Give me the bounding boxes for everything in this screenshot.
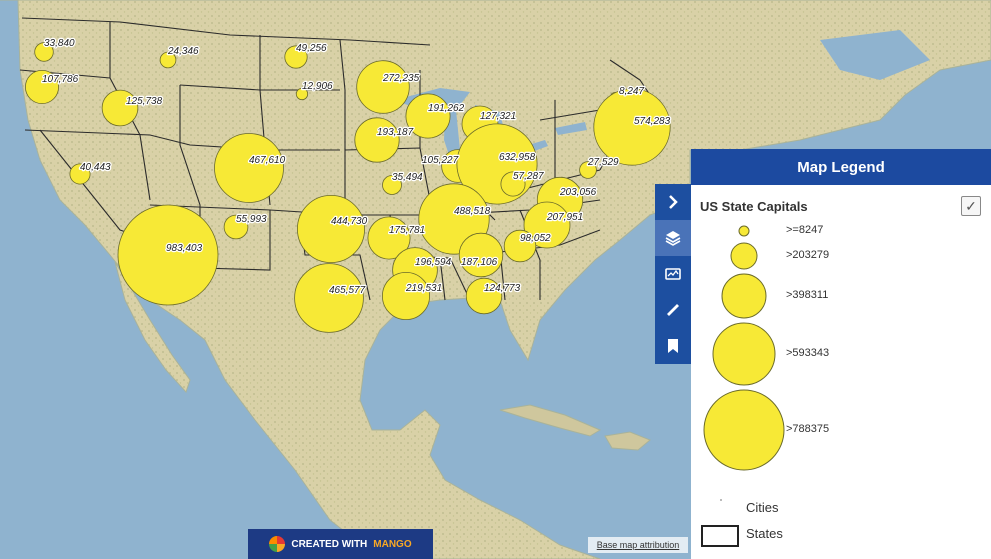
capital-value-label: 24,346 [167,46,199,57]
capital-value-label: 107,786 [42,74,79,85]
capital-value-label: 33,840 [44,38,75,49]
legend-class-label: >788375 [786,423,830,435]
map-toolbar [655,184,691,364]
capital-value-label: 105,227 [422,155,459,166]
capital-value-label: 8,247 [619,86,644,97]
legend-class-label: >203279 [786,249,830,261]
measure-button[interactable] [655,292,691,328]
legend-title: Map Legend [691,149,991,185]
capital-value-label: 124,773 [484,283,521,294]
legend-circle-4 [712,322,776,386]
layers-button[interactable] [655,220,691,256]
capital-bubble[interactable] [593,88,671,166]
ruler-icon [667,304,679,316]
capital-value-label: 12,906 [302,81,333,92]
capital-value-label: 207,951 [546,212,583,223]
capital-value-label: 444,730 [331,216,368,227]
capital-value-label: 27,529 [587,157,619,168]
capital-bubble[interactable] [381,271,430,320]
capital-value-label: 40,443 [80,162,111,173]
cities-symbol [720,499,722,501]
legend-size-symbols [703,225,785,471]
capital-value-label: 187,106 [461,257,498,268]
capital-value-label: 574,283 [634,116,671,127]
brand-accent: MANGO [373,538,412,550]
capital-value-label: 175,781 [389,225,425,236]
capital-value-label: 196,594 [415,257,452,268]
states-label: States [746,526,783,541]
legend-class-label: >=8247 [786,224,824,236]
capital-bubble[interactable] [117,204,219,306]
capital-value-label: 272,235 [382,73,420,84]
capital-value-label: 191,262 [428,103,465,114]
legend-circle-1 [738,225,750,237]
capital-value-label: 193,187 [377,127,414,138]
legend-circle-2 [730,242,758,270]
bookmark-button[interactable] [655,328,691,364]
capital-bubble[interactable] [458,232,504,278]
collapse-legend-button[interactable] [655,184,691,220]
capital-value-label: 57,287 [513,171,544,182]
capital-bubble[interactable] [214,133,284,203]
mango-logo-icon [269,536,286,552]
layer-title: US State Capitals [700,199,808,214]
states-symbol [701,525,739,547]
legend-panel: Map Legend US State Capitals ✓ >=8247 >2… [691,149,991,559]
capital-value-label: 55,993 [236,214,267,225]
capital-bubble[interactable] [294,263,364,333]
capital-value-label: 35,494 [392,172,423,183]
capital-value-label: 219,531 [405,283,442,294]
legend-class-label: >398311 [786,289,829,301]
capital-value-label: 98,052 [520,233,551,244]
capital-value-label: 125,738 [126,96,163,107]
legend-circle-3 [721,273,767,319]
capital-value-label: 632,958 [499,152,536,163]
chevron-right-icon [669,195,678,209]
created-with-mango-badge[interactable]: CREATED WITH MANGO [248,529,433,559]
cities-label: Cities [746,500,779,515]
basemap-button[interactable] [655,256,691,292]
capital-bubble[interactable] [354,117,400,163]
capital-value-label: 203,056 [559,187,597,198]
capital-value-label: 465,577 [329,285,366,296]
legend-class-label: >593343 [786,347,830,359]
capital-value-label: 467,610 [249,155,286,166]
bookmark-icon [668,339,678,353]
layer-visibility-checkbox[interactable]: ✓ [961,196,981,216]
brand-prefix: CREATED WITH [291,538,368,550]
capital-value-label: 983,403 [166,243,203,254]
capital-value-label: 488,518 [454,206,491,217]
map-card-icon [665,268,681,280]
capital-bubble[interactable] [296,194,365,263]
layers-icon [665,231,681,246]
basemap-attribution-link[interactable]: Base map attribution [588,537,688,553]
legend-circle-5 [703,389,785,471]
capital-bubble[interactable] [356,60,410,114]
capital-value-label: 127,321 [480,111,516,122]
capital-value-label: 49,256 [296,43,327,54]
